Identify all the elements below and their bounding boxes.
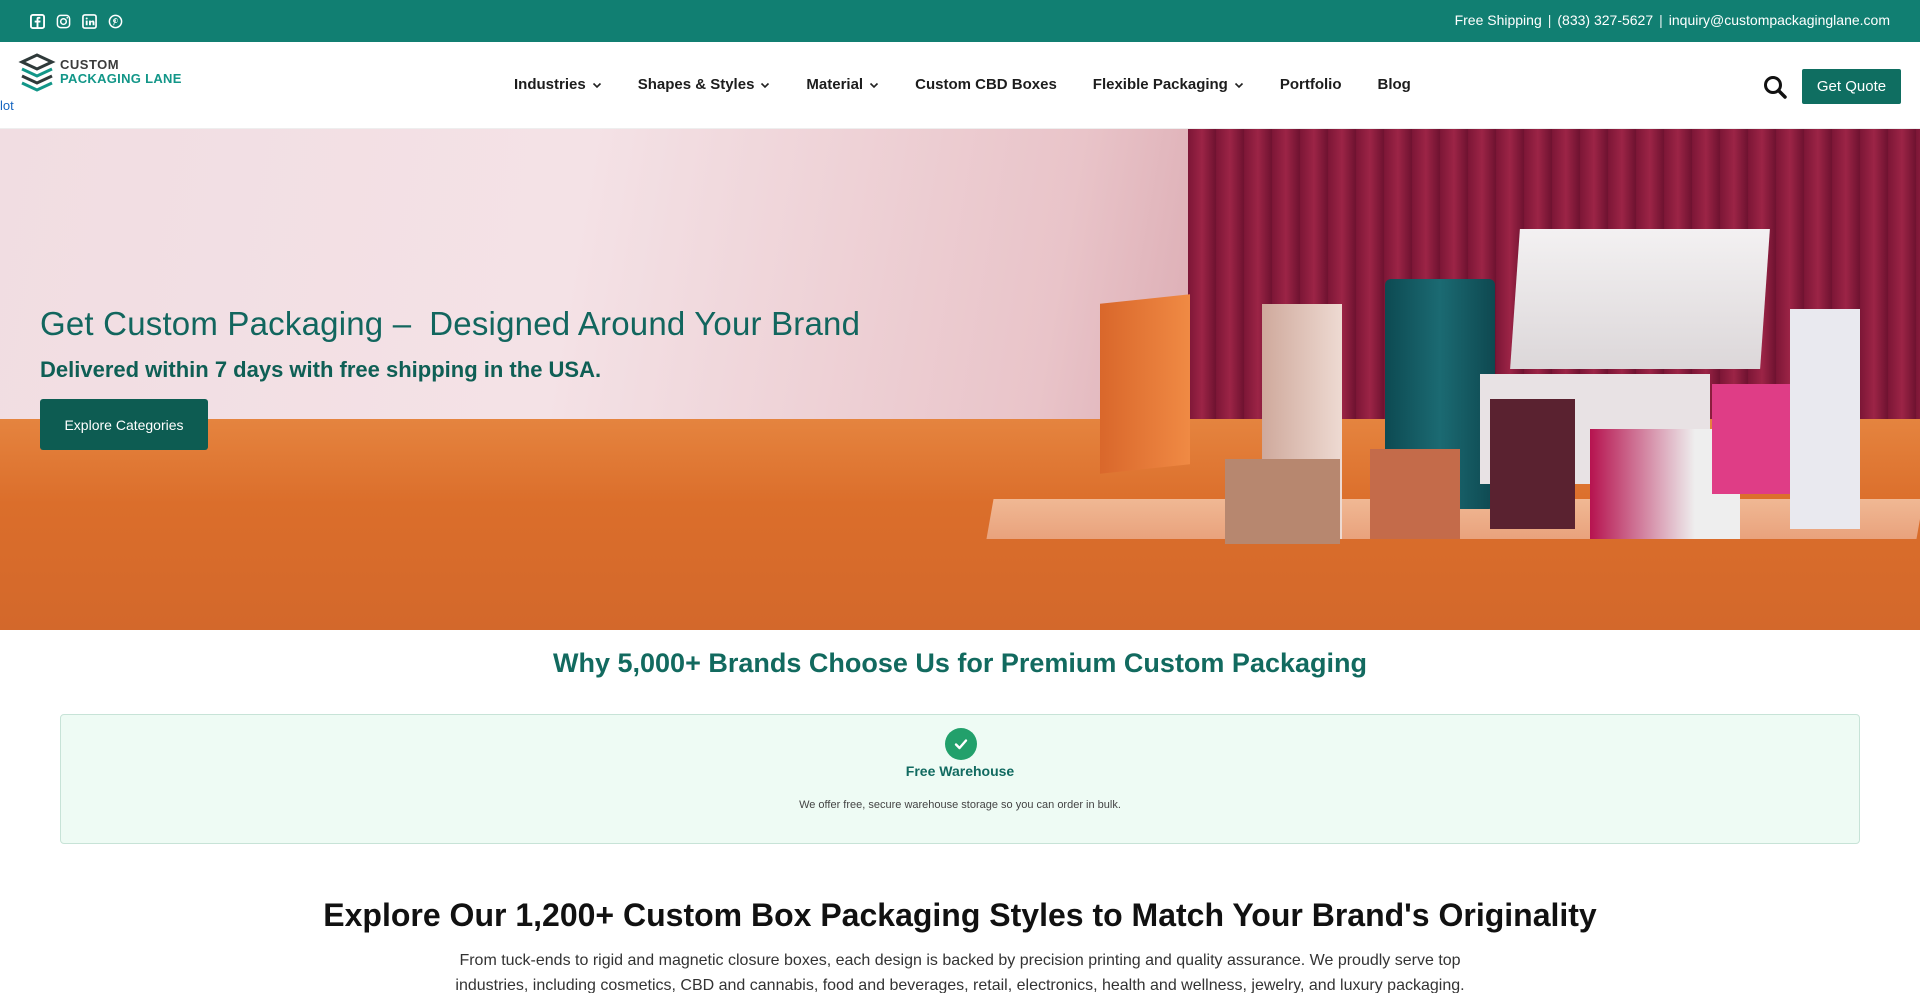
nav-item-material[interactable]: Material xyxy=(806,76,879,93)
stray-text: lot xyxy=(0,98,14,113)
hero-title-part-1: Get Custom Packaging – xyxy=(40,305,412,342)
nav-label: Blog xyxy=(1377,76,1411,93)
hero-product-mailer xyxy=(1510,229,1770,369)
logo-line-2: PACKAGING LANE xyxy=(60,71,182,86)
chevron-down-icon xyxy=(870,82,879,88)
shipping-text: Free Shipping xyxy=(1454,12,1542,28)
hero-subtitle: Delivered within 7 days with free shippi… xyxy=(40,357,602,382)
hero-title-part-2: Designed Around Your Brand xyxy=(429,305,861,342)
hero-product-bag xyxy=(1100,294,1190,474)
main-nav: Industries Shapes & Styles Material Cust… xyxy=(514,76,1411,93)
nav-label: Industries xyxy=(514,76,586,93)
explore-categories-button[interactable]: Explore Categories xyxy=(40,399,208,450)
hero-product-box xyxy=(1225,459,1340,544)
nav-label: Portfolio xyxy=(1279,76,1342,93)
phone-link[interactable]: (833) 327-5627 xyxy=(1557,12,1653,28)
why-section-title: Why 5,000+ Brands Choose Us for Premium … xyxy=(553,648,1367,678)
logo[interactable]: CUSTOM PACKAGING LANE xyxy=(18,52,182,92)
top-bar: Free Shipping | (833) 327-5627 | inquiry… xyxy=(0,0,1920,42)
feature-card: Free Warehouse We offer free, secure war… xyxy=(60,714,1860,844)
nav-label: Material xyxy=(806,76,864,93)
nav-item-custom-cbd-boxes[interactable]: Custom CBD Boxes xyxy=(915,76,1057,93)
separator: | xyxy=(1547,12,1552,28)
contact-info: Free Shipping | (833) 327-5627 | inquiry… xyxy=(1455,12,1890,28)
search-button[interactable] xyxy=(1762,74,1788,100)
explore-section-title: Explore Our 1,200+ Custom Box Packaging … xyxy=(323,897,1597,933)
check-icon xyxy=(945,728,977,760)
site-header: CUSTOM PACKAGING LANE lot Industries Sha… xyxy=(0,42,1920,129)
separator: | xyxy=(1659,12,1663,28)
pinterest-icon[interactable] xyxy=(107,13,123,29)
hero-product-box xyxy=(1490,399,1575,529)
nav-item-portfolio[interactable]: Portfolio xyxy=(1280,76,1342,93)
chevron-down-icon xyxy=(1234,82,1243,88)
get-quote-button[interactable]: Get Quote xyxy=(1802,69,1901,104)
nav-item-blog[interactable]: Blog xyxy=(1378,76,1411,93)
hero-title: Get Custom Packaging – Designed Around Yo… xyxy=(40,305,860,343)
chevron-down-icon xyxy=(592,82,601,88)
feature-description: We offer free, secure warehouse storage … xyxy=(799,799,1121,811)
explore-section-description: From tuck-ends to rigid and magnetic clo… xyxy=(455,952,1465,993)
facebook-icon[interactable] xyxy=(29,13,45,29)
hero-product-box xyxy=(1790,309,1860,529)
logo-line-1: CUSTOM xyxy=(60,57,120,72)
nav-label: Shapes & Styles xyxy=(637,76,755,93)
hero-product-box xyxy=(1712,384,1792,494)
nav-item-flexible-packaging[interactable]: Flexible Packaging xyxy=(1093,76,1244,93)
nav-item-shapes-styles[interactable]: Shapes & Styles xyxy=(638,76,771,93)
nav-label: Custom CBD Boxes xyxy=(915,76,1057,93)
hero-product-box xyxy=(1370,449,1460,539)
nav-item-industries[interactable]: Industries xyxy=(514,76,602,93)
hero-banner: Get Custom Packaging – Designed Around Yo… xyxy=(0,129,1920,630)
instagram-icon[interactable] xyxy=(55,13,71,29)
nav-label: Flexible Packaging xyxy=(1092,76,1228,93)
linkedin-icon[interactable] xyxy=(81,13,97,29)
logo-icon xyxy=(18,53,56,92)
feature-title: Free Warehouse xyxy=(905,763,1015,779)
email-link[interactable]: inquiry@custompackaginglane.com xyxy=(1669,12,1890,28)
search-icon xyxy=(1764,76,1787,99)
chevron-down-icon xyxy=(761,82,770,88)
social-links xyxy=(29,13,123,29)
logo-text: CUSTOM PACKAGING LANE xyxy=(60,58,182,86)
